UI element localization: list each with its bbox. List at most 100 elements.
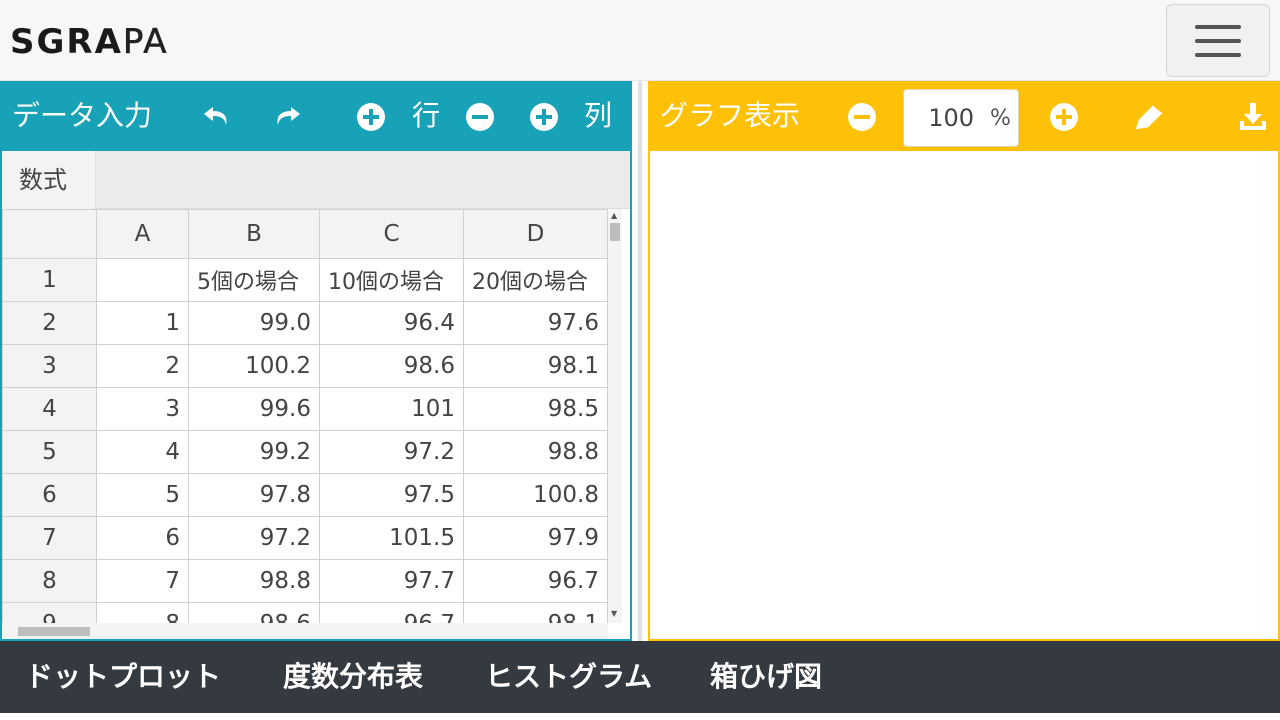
grid-cell[interactable]: 98.8 [463,430,608,474]
row-header[interactable]: 7 [2,516,97,560]
grid-cell[interactable]: 97.9 [463,516,608,560]
column-header-b[interactable]: B [188,209,320,259]
row-header[interactable]: 3 [2,344,97,388]
row-header[interactable]: 5 [2,430,97,474]
horizontal-scroll-thumb[interactable] [18,627,90,636]
grid-cell[interactable]: 98.6 [319,344,464,388]
graph-title: グラフ表示 [660,99,801,132]
grid-cell[interactable]: 96.4 [319,301,464,345]
grid-cell[interactable]: 101 [319,387,464,431]
grid-cell[interactable]: 97.2 [188,516,320,560]
grid-cell[interactable]: 97.8 [188,473,320,517]
spreadsheet-table: A B C D 1 5個の場合 10個の場合 20個の場合 2 1 99.0 96.4 97.6… [2,209,608,639]
data-input-toolbar: データ入力 行 列 [2,83,630,151]
table-row: 8 7 98.8 97.7 96.7 [2,559,608,603]
redo-icon [277,107,300,125]
grid-cell[interactable]: 10個の場合 [319,258,464,302]
chart-type-nav: ドットプロット 度数分布表 ヒストグラム 箱ひげ図 [0,641,1280,713]
grid-cell[interactable]: 5個の場合 [188,258,320,302]
grid-cell[interactable]: 97.6 [463,301,608,345]
column-header-c[interactable]: C [319,209,464,259]
download-graph-button[interactable] [1236,100,1270,134]
formula-label: 数式 [2,151,96,209]
vertical-scrollbar[interactable]: ▲ ▼ [608,209,622,623]
table-row: 2 1 99.0 96.4 97.6 [2,301,608,345]
vertical-scroll-thumb[interactable] [610,223,620,241]
grid-cell[interactable]: 3 [96,387,189,431]
panel-divider[interactable] [638,81,642,641]
grid-cell[interactable]: 101.5 [319,516,464,560]
app-logo[interactable]: SGRAPA [10,22,168,63]
table-row: 3 2 100.2 98.6 98.1 [2,344,608,388]
grid-cell[interactable]: 98.1 [463,344,608,388]
grid-cell[interactable] [96,258,189,302]
redo-button[interactable] [270,100,304,134]
scroll-up-arrow-icon[interactable]: ▲ [611,211,617,220]
grid-cell[interactable]: 98.5 [463,387,608,431]
zoom-input[interactable] [904,104,980,132]
graph-toolbar: グラフ表示 % [650,83,1278,151]
grid-cell[interactable]: 97.2 [319,430,464,474]
row-header[interactable]: 4 [2,387,97,431]
row-header[interactable]: 8 [2,559,97,603]
plus-circle-icon [1050,103,1078,131]
table-row: 7 6 97.2 101.5 97.9 [2,516,608,560]
add-row-button[interactable] [354,100,388,134]
zoom-in-button[interactable] [1047,100,1081,134]
formula-bar[interactable]: 数式 [2,151,630,209]
row-header[interactable]: 1 [2,258,97,302]
plus-circle-icon [530,103,558,131]
nav-dot-plot[interactable]: ドットプロット [25,657,221,697]
row-label: 行 [412,99,441,132]
nav-histogram[interactable]: ヒストグラム [485,657,652,697]
grid-cell[interactable]: 100.8 [463,473,608,517]
row-header[interactable]: 2 [2,301,97,345]
table-row: 5 4 99.2 97.2 98.8 [2,430,608,474]
grid-cell[interactable]: 1 [96,301,189,345]
grid-cell[interactable]: 5 [96,473,189,517]
grid-cell[interactable]: 7 [96,559,189,603]
column-label: 列 [584,99,613,132]
grid-cell[interactable]: 4 [96,430,189,474]
grid-cell[interactable]: 96.7 [463,559,608,603]
grid-cell[interactable]: 97.5 [319,473,464,517]
nav-frequency-table[interactable]: 度数分布表 [283,657,423,697]
remove-column-button[interactable] [463,100,497,134]
horizontal-scrollbar[interactable] [2,623,608,639]
zoom-input-group: % [903,89,1019,147]
edit-graph-button[interactable] [1132,100,1166,134]
grid-cell[interactable]: 20個の場合 [463,258,608,302]
undo-icon [204,107,227,125]
grid-cell[interactable]: 6 [96,516,189,560]
add-column-button[interactable] [527,100,561,134]
column-header-a[interactable]: A [96,209,189,259]
graph-panel: グラフ表示 % [648,81,1280,641]
grid-cell[interactable]: 99.2 [188,430,320,474]
spreadsheet-grid[interactable]: A B C D 1 5個の場合 10個の場合 20個の場合 2 1 99.0 96.4 97.6… [2,209,630,639]
grid-cell[interactable]: 2 [96,344,189,388]
data-input-panel: データ入力 行 列 数式 A B C D 1 5個の場合 10個の場合 20個の… [0,81,632,641]
table-row: 6 5 97.8 97.5 100.8 [2,473,608,517]
hamburger-icon-bar [1195,38,1241,43]
undo-button[interactable] [200,100,234,134]
grid-cell[interactable]: 99.0 [188,301,320,345]
hamburger-icon-bar [1195,52,1241,57]
table-row: 4 3 99.6 101 98.5 [2,387,608,431]
data-input-title: データ入力 [12,99,153,132]
minus-circle-icon [848,103,876,131]
scroll-down-arrow-icon[interactable]: ▼ [611,609,617,618]
grid-cell[interactable]: 97.7 [319,559,464,603]
row-header[interactable]: 6 [2,473,97,517]
download-icon [1240,103,1266,130]
column-header-d[interactable]: D [463,209,608,259]
menu-toggle-button[interactable] [1166,4,1270,77]
grid-cell[interactable]: 99.6 [188,387,320,431]
column-header-row: A B C D [2,209,608,259]
graph-canvas[interactable] [650,151,1278,639]
nav-box-plot[interactable]: 箱ひげ図 [710,657,822,697]
grid-cell[interactable]: 98.8 [188,559,320,603]
plus-circle-icon [357,103,385,131]
grid-cell[interactable]: 100.2 [188,344,320,388]
corner-cell[interactable] [2,209,97,259]
zoom-out-button[interactable] [845,100,879,134]
